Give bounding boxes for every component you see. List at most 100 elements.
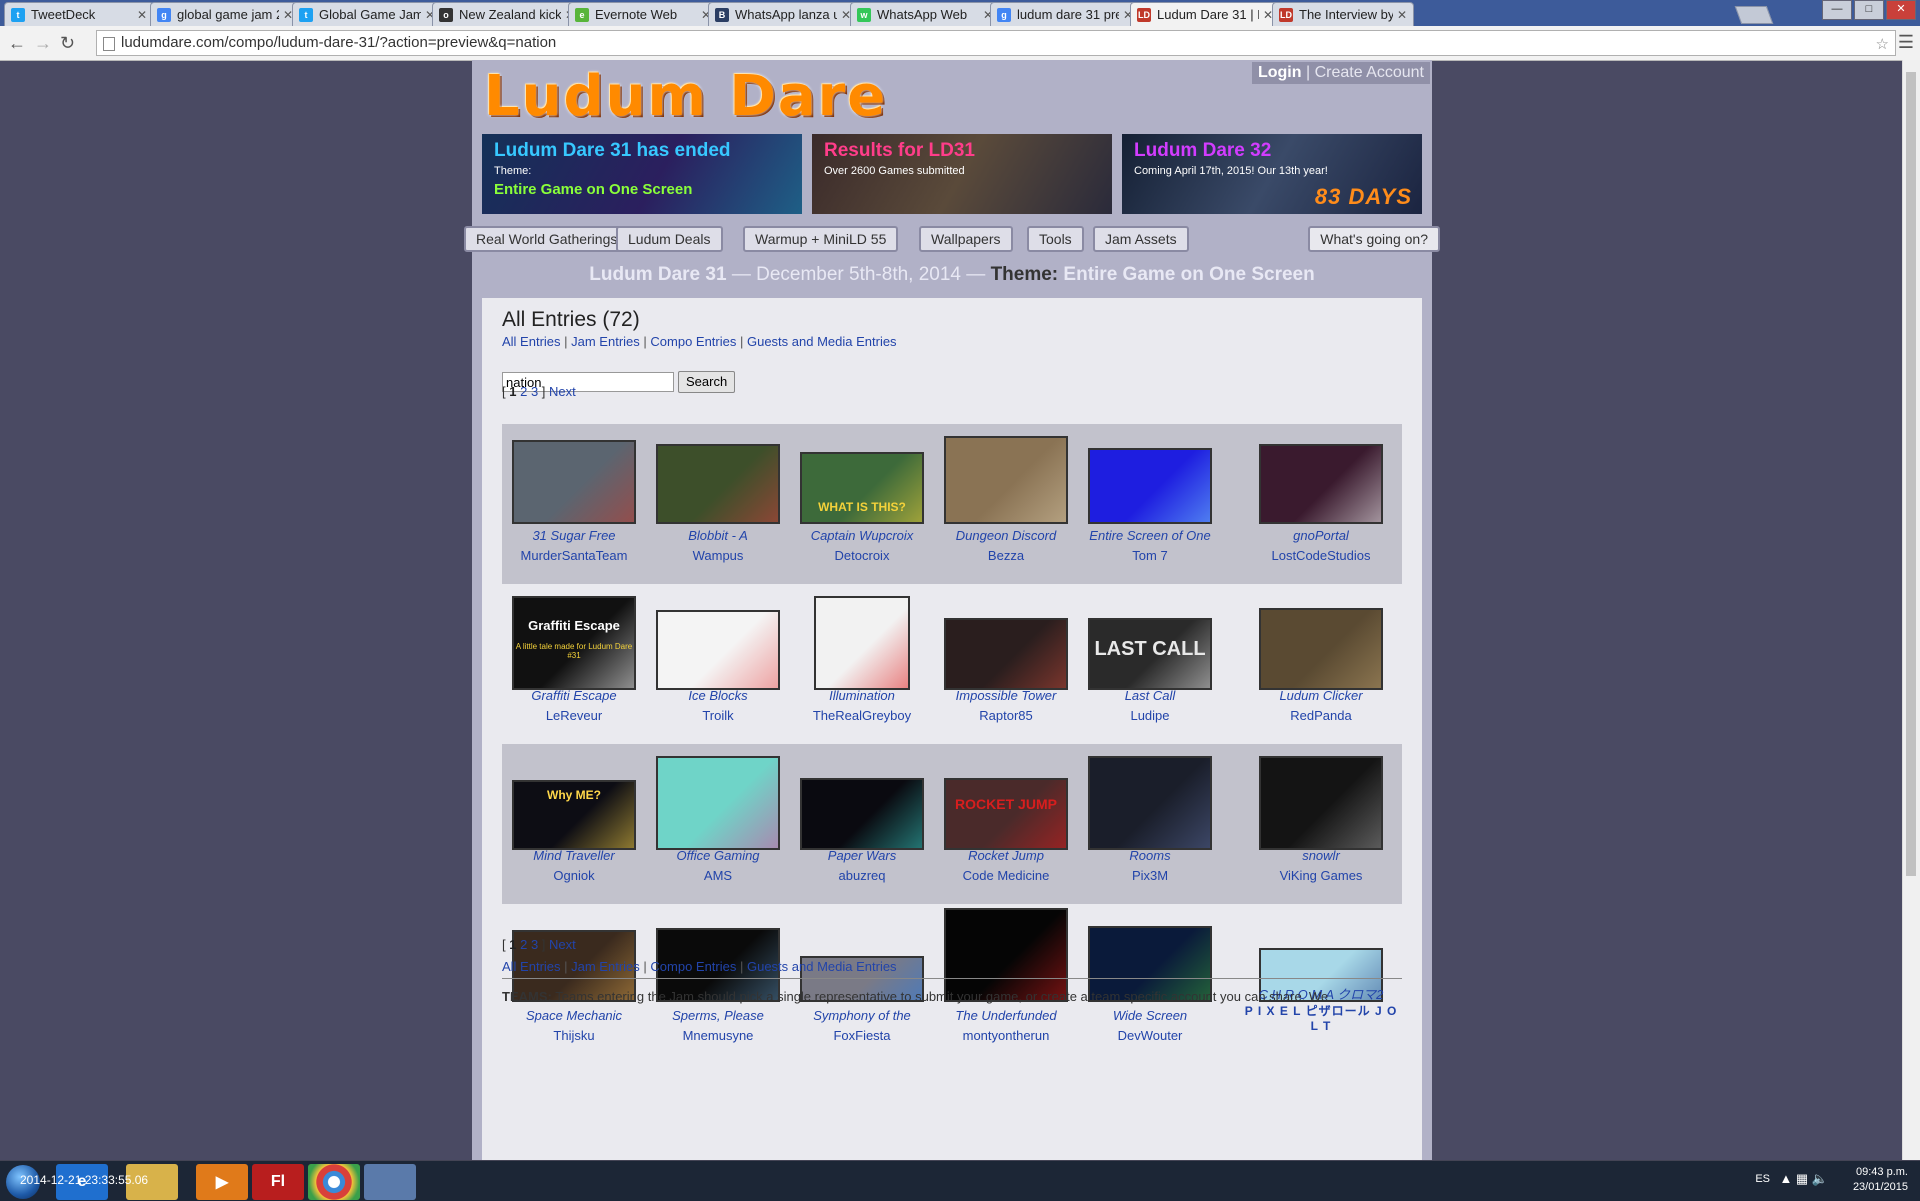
game-thumbnail[interactable] (1088, 448, 1212, 524)
clock[interactable]: 09:43 p.m. 23/01/2015 (1853, 1165, 1908, 1195)
create-account-link[interactable]: Create Account (1315, 64, 1424, 81)
browser-tab[interactable]: w WhatsApp Web ✕ (850, 2, 1000, 26)
game-author[interactable]: ViKing Games (1240, 868, 1402, 883)
game-author[interactable]: Ogniok (502, 868, 646, 883)
browser-tab[interactable]: gludum dare 31 preside✕ (990, 2, 1140, 26)
scrollbar-thumb[interactable] (1906, 72, 1916, 876)
new-tab-button[interactable] (1734, 6, 1774, 24)
nav-item[interactable]: Ludum Deals (616, 226, 723, 252)
game-thumbnail[interactable] (656, 756, 780, 850)
game-title[interactable]: Rocket Jump (934, 848, 1078, 864)
game-entry[interactable]: Entire Screen of One Tom 7 (1078, 424, 1222, 584)
game-title[interactable]: Ice Blocks (646, 688, 790, 704)
game-entry[interactable]: gnoPortal LostCodeStudios (1240, 424, 1402, 584)
pager-page-link[interactable]: 2 (520, 937, 527, 952)
game-entry[interactable]: Illumination TheRealGreyboy (790, 584, 934, 744)
game-thumbnail[interactable] (656, 444, 780, 524)
game-author[interactable]: Troilk (646, 708, 790, 723)
banner-ld32[interactable]: Ludum Dare 32 Coming April 17th, 2015! O… (1122, 134, 1422, 214)
game-entry[interactable]: Office Gaming AMS (646, 744, 790, 904)
game-entry[interactable]: WHAT IS THIS? Captain Wupcroix Detocroix (790, 424, 934, 584)
ludum-dare-logo[interactable]: Ludum Dare (484, 64, 887, 129)
game-title[interactable]: Space Mechanic (502, 1008, 646, 1024)
game-title[interactable]: 31 Sugar Free (502, 528, 646, 544)
game-thumbnail[interactable]: ROCKET JUMP (944, 778, 1068, 850)
game-title[interactable]: Rooms (1078, 848, 1222, 864)
game-title[interactable]: Illumination (790, 688, 934, 704)
filter-link[interactable]: Jam Entries (571, 959, 640, 974)
filter-link[interactable]: Guests and Media Entries (747, 959, 897, 974)
game-author[interactable]: Detocroix (790, 548, 934, 563)
game-thumbnail[interactable]: Graffiti Escape A little tale made for Lu… (512, 596, 636, 690)
game-title[interactable]: Ludum Clicker (1240, 688, 1402, 704)
browser-tab[interactable]: gglobal game jam 2015✕ (150, 2, 300, 26)
browser-tab[interactable]: oNew Zealand kicks off✕ (432, 2, 582, 26)
game-author[interactable]: P I X E L ピザロール J O L T (1240, 1002, 1402, 1033)
game-title[interactable]: The Underfunded (934, 1008, 1078, 1024)
browser-tab[interactable]: LD The Interview by Laca ✕ (1272, 2, 1414, 26)
game-author[interactable]: Raptor85 (934, 708, 1078, 723)
filter-link[interactable]: Compo Entries (650, 334, 736, 349)
game-author[interactable]: Bezza (934, 548, 1078, 563)
game-author[interactable]: Pix3M (1078, 868, 1222, 883)
taskbar-notepad-icon[interactable] (364, 1164, 416, 1200)
game-thumbnail[interactable]: WHAT IS THIS? (800, 452, 924, 524)
game-author[interactable]: MurderSantaTeam (502, 548, 646, 563)
language-indicator[interactable]: ES (1755, 1173, 1770, 1185)
minimize-button[interactable]: — (1822, 0, 1852, 20)
game-thumbnail[interactable] (1259, 444, 1383, 524)
nav-item[interactable]: Wallpapers (919, 226, 1013, 252)
taskbar-flash-icon[interactable]: Fl (252, 1164, 304, 1200)
game-entry[interactable]: Rooms Pix3M (1078, 744, 1222, 904)
menu-icon[interactable]: ☰ (1898, 32, 1914, 53)
game-thumbnail[interactable] (512, 440, 636, 524)
browser-tab[interactable]: BWhatsApp lanza una v✕ (708, 2, 858, 26)
maximize-button[interactable]: □ (1854, 0, 1884, 20)
game-title[interactable]: Paper Wars (790, 848, 934, 864)
pager-next-link[interactable]: Next (549, 384, 576, 399)
game-title[interactable]: Office Gaming (646, 848, 790, 864)
game-entry[interactable]: snowlr ViKing Games (1240, 744, 1402, 904)
game-entry[interactable]: Why ME? Mind Traveller Ogniok (502, 744, 646, 904)
game-title[interactable]: Entire Screen of One (1078, 528, 1222, 544)
pager-next-link[interactable]: Next (549, 937, 576, 952)
nav-item[interactable]: Real World Gatherings (464, 226, 630, 252)
game-title[interactable]: Blobbit - A (646, 528, 790, 544)
nav-item[interactable]: Tools (1027, 226, 1084, 252)
nav-item[interactable]: Jam Assets (1093, 226, 1189, 252)
tab-close-icon[interactable]: ✕ (137, 8, 147, 22)
filter-link[interactable]: Guests and Media Entries (747, 334, 897, 349)
filter-link[interactable]: All Entries (502, 334, 561, 349)
game-title[interactable]: snowlr (1240, 848, 1402, 864)
taskbar-chrome-icon[interactable] (308, 1164, 360, 1200)
game-author[interactable]: montyontherun (934, 1028, 1078, 1043)
game-title[interactable]: Graffiti Escape (502, 688, 646, 704)
game-title[interactable]: Last Call (1078, 688, 1222, 704)
game-author[interactable]: Mnemusyne (646, 1028, 790, 1043)
browser-tab[interactable]: e Evernote Web ✕ (568, 2, 718, 26)
game-entry[interactable]: Ice Blocks Troilk (646, 584, 790, 744)
game-thumbnail[interactable]: Why ME? (512, 780, 636, 850)
game-entry[interactable]: Graffiti Escape A little tale made for Lu… (502, 584, 646, 744)
forward-icon[interactable]: → (34, 33, 52, 54)
game-author[interactable]: RedPanda (1240, 708, 1402, 723)
game-author[interactable]: FoxFiesta (790, 1028, 934, 1043)
game-author[interactable]: Wampus (646, 548, 790, 563)
game-entry[interactable]: Dungeon Discord Bezza (934, 424, 1078, 584)
game-author[interactable]: TheRealGreyboy (790, 708, 934, 723)
game-title[interactable]: Impossible Tower (934, 688, 1078, 704)
game-thumbnail[interactable] (656, 610, 780, 690)
filter-link[interactable]: Jam Entries (571, 334, 640, 349)
game-author[interactable]: DevWouter (1078, 1028, 1222, 1043)
game-entry[interactable]: 31 Sugar Free MurderSantaTeam (502, 424, 646, 584)
filter-link[interactable]: Compo Entries (650, 959, 736, 974)
game-thumbnail[interactable] (1259, 608, 1383, 690)
game-thumbnail[interactable] (1088, 756, 1212, 850)
banner-ld31-ended[interactable]: Ludum Dare 31 has ended Theme: Entire Ga… (482, 134, 802, 214)
game-author[interactable]: LostCodeStudios (1240, 548, 1402, 563)
reload-icon[interactable]: ↻ (60, 33, 75, 54)
banner-results[interactable]: Results for LD31 Over 2600 Games submitt… (812, 134, 1112, 214)
game-title[interactable]: Mind Traveller (502, 848, 646, 864)
game-thumbnail[interactable] (944, 436, 1068, 524)
login-link[interactable]: Login (1258, 64, 1302, 81)
